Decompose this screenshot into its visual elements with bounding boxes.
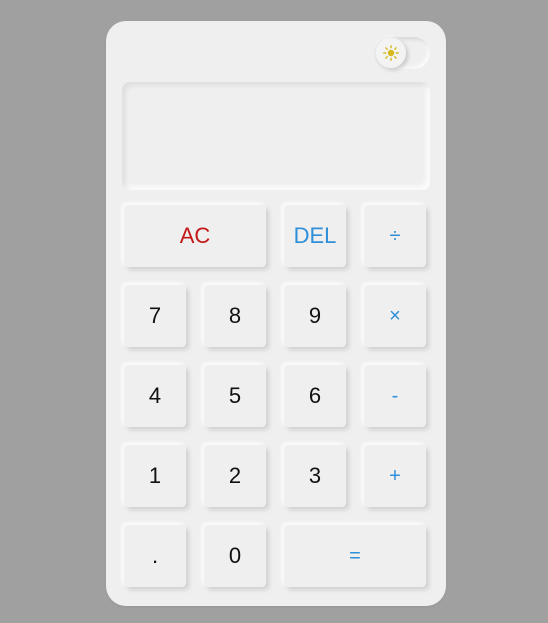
multiply-button[interactable]: × [364,285,426,347]
calculator-display [122,82,430,190]
all-clear-button[interactable]: AC [124,205,266,267]
digit-4-button[interactable]: 4 [124,365,186,427]
digit-0-button[interactable]: 0 [204,525,266,587]
delete-button[interactable]: DEL [284,205,346,267]
divide-button[interactable]: ÷ [364,205,426,267]
sun-icon [383,45,399,61]
minus-button[interactable]: - [364,365,426,427]
digit-3-button[interactable]: 3 [284,445,346,507]
digit-8-button[interactable]: 8 [204,285,266,347]
digit-7-button[interactable]: 7 [124,285,186,347]
theme-toggle[interactable] [374,37,430,69]
digit-6-button[interactable]: 6 [284,365,346,427]
equals-button[interactable]: = [284,525,426,587]
digit-1-button[interactable]: 1 [124,445,186,507]
digit-5-button[interactable]: 5 [204,365,266,427]
toggle-knob[interactable] [376,38,406,68]
plus-button[interactable]: + [364,445,426,507]
calculator: AC DEL ÷ 7 8 9 × 4 5 6 - 1 2 3 + . 0 = [106,21,446,606]
digit-9-button[interactable]: 9 [284,285,346,347]
decimal-point-button[interactable]: . [124,525,186,587]
digit-2-button[interactable]: 2 [204,445,266,507]
